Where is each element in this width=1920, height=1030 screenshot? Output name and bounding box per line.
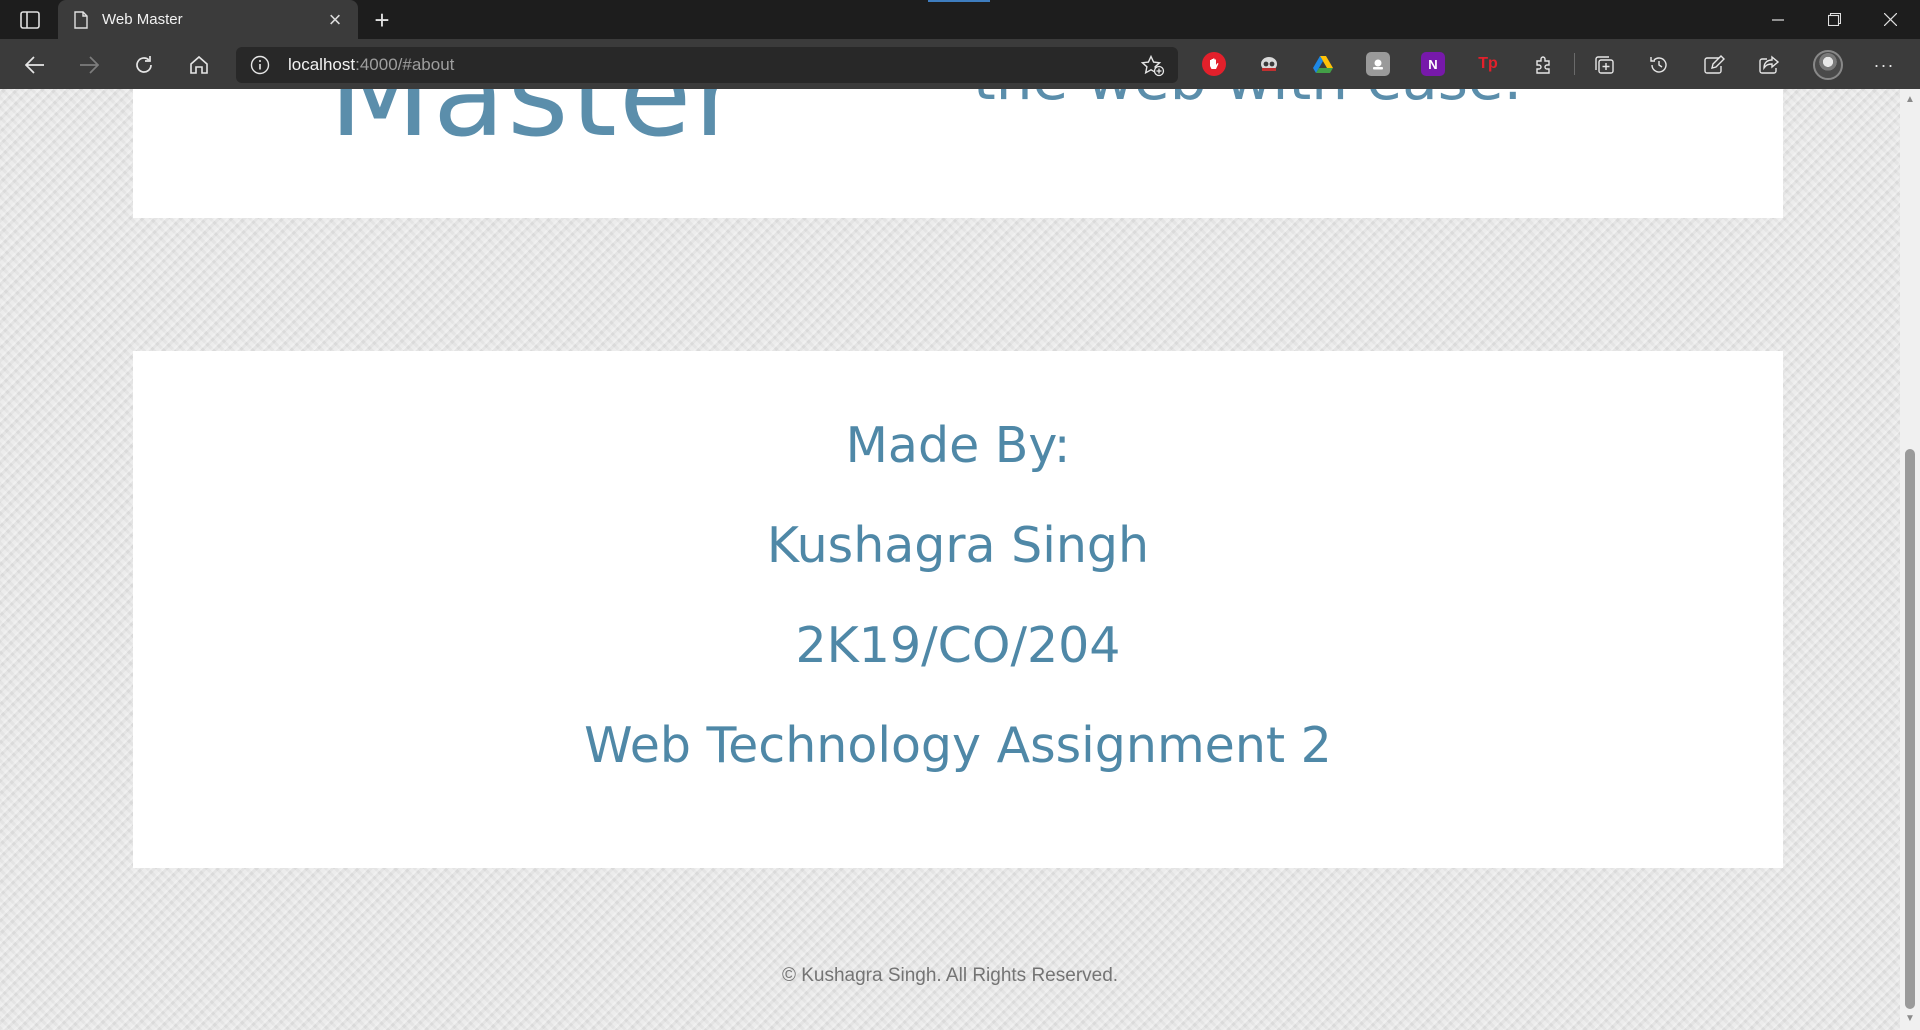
page-icon [74,10,90,30]
scroll-down-arrow-icon[interactable]: ▼ [1900,1010,1920,1028]
capture-icon [1373,59,1383,70]
hero-subtitle: the web with ease. [973,89,1522,113]
google-drive-icon [1313,56,1333,73]
ghostery-extension-button[interactable] [1257,52,1281,76]
minimize-icon [1772,18,1784,21]
roll-number: 2K19/CO/204 [795,617,1121,674]
hero-title: Master [329,89,744,163]
add-favorite-button[interactable] [1140,53,1166,79]
about-card: Made By: Kushagra Singh 2K19/CO/204 Web … [133,351,1783,868]
back-arrow-icon [25,56,44,74]
more-dots-icon: ··· [1873,54,1895,75]
tab-actions-icon [20,11,40,29]
scroll-up-arrow-icon[interactable]: ▲ [1900,91,1920,109]
tab-web-master[interactable]: Web Master × [58,0,358,39]
share-icon [1759,55,1780,74]
assignment-title: Web Technology Assignment 2 [584,717,1332,774]
restore-button[interactable] [1806,0,1862,39]
profile-avatar[interactable] [1813,50,1843,80]
tab-close-button[interactable]: × [324,8,346,31]
adblock-hand-icon [1210,58,1219,69]
back-button[interactable] [18,48,52,82]
address-bar[interactable]: localhost:4000/#about [236,47,1178,83]
page-viewport: Master the web with ease. Made By: Kusha… [0,89,1900,1030]
footer-copyright: © Kushagra Singh. All Rights Reserved. [781,965,1119,986]
browser-title-bar: Web Master × + [0,0,1920,39]
browser-toolbar: localhost:4000/#about N Tp ··· [0,39,1920,89]
star-add-icon [1141,55,1165,77]
home-icon [190,55,208,74]
made-by-label: Made By: [845,417,1071,474]
forward-arrow-icon [80,56,99,74]
window-accent-line [928,0,990,2]
collections-button[interactable] [1587,48,1621,82]
url-host: localhost [288,55,356,74]
forward-button[interactable] [72,48,106,82]
ghost-icon [1261,57,1277,71]
toolbar-separator [1574,53,1575,75]
page-scrollbar[interactable]: ▲ ▼ [1900,89,1920,1030]
google-drive-extension-button[interactable] [1311,52,1335,76]
capture-extension-button[interactable] [1366,52,1390,76]
scrollbar-thumb[interactable] [1905,449,1915,1009]
close-window-button[interactable] [1862,0,1918,39]
pen-note-icon [1704,55,1725,74]
puzzle-icon [1536,56,1550,74]
hero-card: Master the web with ease. [133,89,1783,218]
site-info-icon[interactable] [250,55,270,75]
tab-actions-button[interactable] [14,6,46,34]
refresh-icon [136,56,152,73]
settings-more-button[interactable]: ··· [1867,48,1901,82]
home-button[interactable] [182,48,216,82]
refresh-button[interactable] [127,48,161,82]
url-path: :4000/#about [355,55,455,74]
author-name: Kushagra Singh [766,517,1150,574]
onenote-icon: N [1428,56,1438,72]
web-capture-button[interactable] [1697,48,1731,82]
minimize-button[interactable] [1750,0,1806,39]
collections-icon [1595,56,1614,74]
restore-icon [1827,13,1841,26]
share-button[interactable] [1752,48,1786,82]
extensions-button[interactable] [1527,48,1561,82]
new-tab-button[interactable]: + [366,4,398,36]
textpad-icon: Tp [1478,55,1498,72]
history-button[interactable] [1642,48,1676,82]
textpad-extension-button[interactable]: Tp [1476,52,1500,76]
adblock-extension-button[interactable] [1202,52,1226,76]
close-icon [1883,13,1897,26]
tab-title: Web Master [102,11,183,28]
onenote-extension-button[interactable]: N [1421,52,1445,76]
history-icon [1650,57,1667,73]
